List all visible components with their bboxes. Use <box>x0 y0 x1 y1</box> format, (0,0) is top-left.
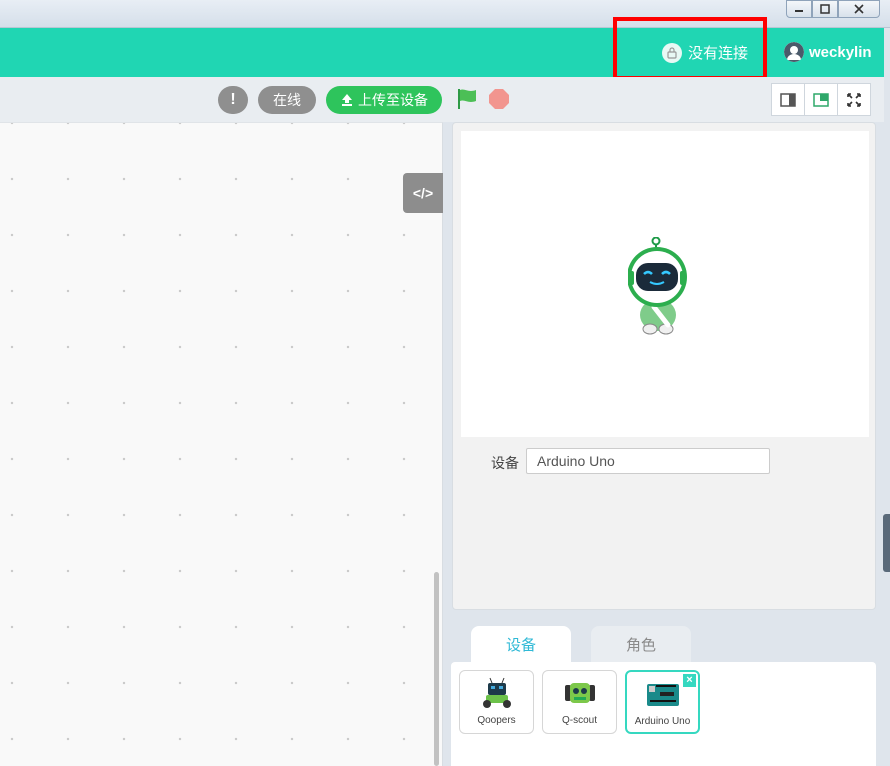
tab-devices[interactable]: 设备 <box>471 626 571 662</box>
device-card-label: Qoopers <box>477 715 516 726</box>
stage[interactable] <box>461 131 869 437</box>
close-icon <box>854 4 864 14</box>
minimize-icon <box>795 10 803 12</box>
fullscreen-button[interactable] <box>837 83 871 116</box>
small-stage-icon <box>780 92 796 107</box>
window-controls <box>786 0 880 18</box>
large-stage-button[interactable] <box>804 83 838 116</box>
device-card-qscout[interactable]: Q-scout <box>542 670 617 734</box>
fullscreen-icon <box>847 92 861 107</box>
highlight-box <box>613 17 767 80</box>
stage-panel: 设备 Arduino Uno <box>452 122 876 610</box>
minimize-button[interactable] <box>786 0 812 18</box>
device-card-label: Q-scout <box>561 715 597 726</box>
restore-icon <box>820 4 830 14</box>
qoopers-robot-icon <box>480 675 514 711</box>
stop-icon[interactable] <box>489 89 509 109</box>
large-stage-icon <box>813 92 829 107</box>
device-card-qoopers[interactable]: Qoopers <box>459 670 534 734</box>
device-card-arduino-uno[interactable]: × Arduino Uno <box>625 670 700 734</box>
warning-button[interactable]: ! <box>218 86 248 114</box>
avatar-icon <box>784 42 804 62</box>
online-button[interactable]: 在线 <box>258 86 316 114</box>
qscout-robot-icon <box>563 675 597 711</box>
remove-device-icon[interactable]: × <box>683 674 696 687</box>
arduino-board-icon <box>646 676 680 712</box>
user-menu[interactable]: weckylin <box>784 42 872 62</box>
toolbar: ! 在线 上传至设备 <box>0 77 884 122</box>
upload-icon <box>342 94 352 106</box>
username: weckylin <box>809 43 872 61</box>
code-view-toggle[interactable]: </> <box>403 173 443 213</box>
device-card-label: Arduino Uno <box>634 716 691 727</box>
device-library: Qoopers Q-scout × Arduino Uno <box>451 662 876 766</box>
upload-button-label: 上传至设备 <box>358 92 428 108</box>
side-edge-handle[interactable] <box>883 514 890 572</box>
code-workspace[interactable] <box>0 122 443 766</box>
maximize-button[interactable] <box>812 0 838 18</box>
upload-button[interactable]: 上传至设备 <box>326 86 442 114</box>
green-flag-icon[interactable] <box>456 88 478 110</box>
device-label: 设备 <box>491 455 519 471</box>
tab-sprites[interactable]: 角色 <box>591 626 691 662</box>
small-stage-button[interactable] <box>771 83 805 116</box>
robot-mascot-icon[interactable] <box>628 237 698 337</box>
view-switcher <box>771 83 871 116</box>
workspace-scrollbar[interactable] <box>434 572 439 766</box>
close-button[interactable] <box>838 0 880 18</box>
device-name-input[interactable]: Arduino Uno <box>526 448 770 474</box>
